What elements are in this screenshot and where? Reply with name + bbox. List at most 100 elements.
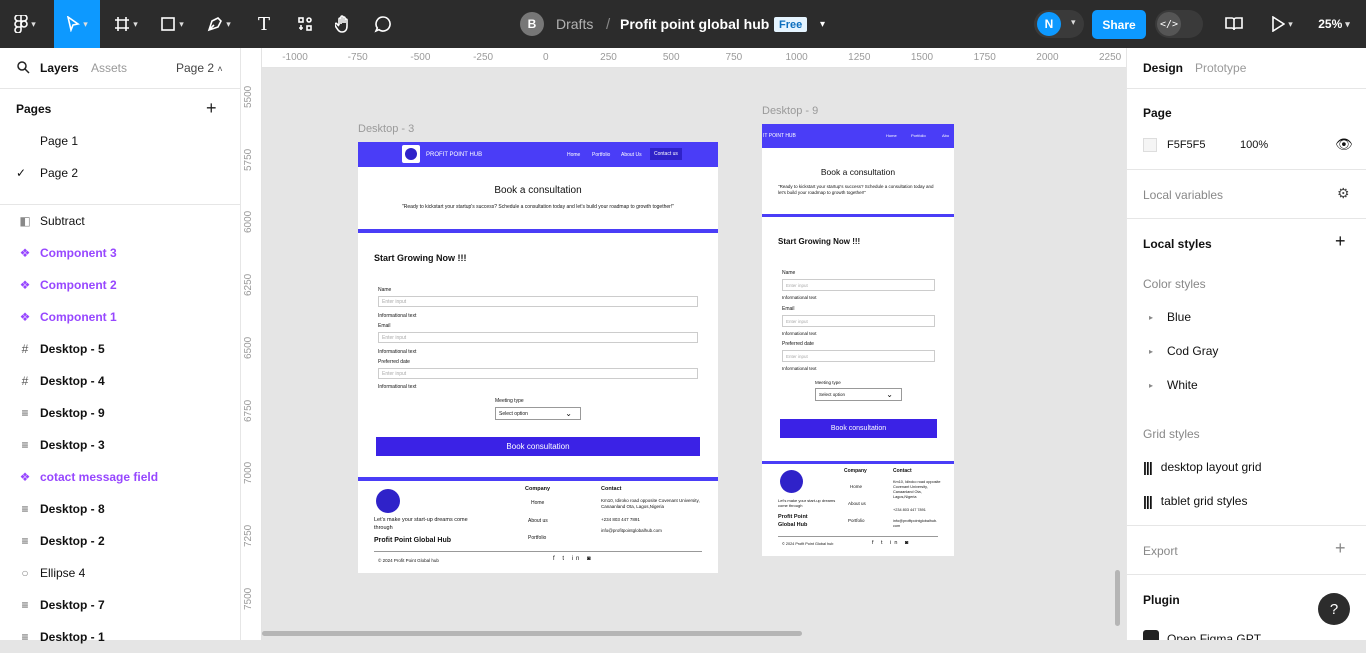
chevron-right-icon: ▸ (1149, 380, 1154, 390)
search-icon[interactable] (17, 61, 30, 74)
page-item-2[interactable]: ✓ Page 2 (0, 157, 240, 189)
navbar: IT POINT HUB Home Portfolio Abo (762, 124, 954, 148)
footer-phone: +234 803 447 7891 (893, 508, 926, 512)
nav-portfolio: Portfolio (592, 152, 611, 158)
add-export-button[interactable]: + (1335, 538, 1346, 559)
comment-icon (374, 16, 391, 33)
layer-item[interactable]: ❖ Component 1 (0, 301, 240, 333)
footer-rule (374, 551, 702, 552)
canvas[interactable]: -1000 -750 -500 -250 0 250 500 750 1000 1250 1500 1… (241, 48, 1126, 640)
layout-icon: ≡ (21, 598, 29, 612)
ruler-tick: -750 (347, 52, 368, 63)
ruler-tick: 2250 (1098, 52, 1122, 63)
text-tool-button[interactable]: T (250, 0, 278, 48)
tab-prototype[interactable]: Prototype (1195, 61, 1246, 75)
zoom-control[interactable]: 25% ▾ (1312, 0, 1356, 48)
layer-item[interactable]: # Desktop - 5 (0, 333, 240, 365)
layer-item[interactable]: ❖ Component 2 (0, 269, 240, 301)
grid-style-tablet[interactable]: ||| tablet grid styles (1143, 493, 1247, 509)
page-section-title: Page (1143, 106, 1172, 120)
color-style-label: White (1167, 378, 1198, 392)
ruler-tick: 7250 (243, 524, 254, 547)
color-style-label: Blue (1167, 310, 1192, 324)
layer-item[interactable]: ❖ Component 3 (0, 237, 240, 269)
frame-tool-button[interactable]: ▾ (106, 0, 146, 48)
plugin-item[interactable]: Open Figma GPT (1143, 630, 1261, 640)
variables-settings-icon[interactable]: ⚙ (1337, 185, 1350, 202)
breadcrumb-drafts[interactable]: Drafts (556, 0, 593, 48)
tab-assets[interactable]: Assets (91, 61, 127, 75)
frame-desktop-9[interactable]: IT POINT HUB Home Portfolio Abo Book a c… (762, 124, 954, 556)
footer-logo-icon (376, 489, 400, 513)
frame-label-desktop-9[interactable]: Desktop - 9 (762, 105, 818, 117)
color-style-blue[interactable]: ▸ Blue (1143, 310, 1191, 324)
page-opacity[interactable]: 100% (1240, 139, 1268, 151)
vertical-scrollbar[interactable] (1115, 570, 1120, 626)
email-info: Informational text (378, 349, 417, 355)
layer-item[interactable]: ❖ cotact message field (0, 461, 240, 493)
move-tool-button[interactable]: ▾ (54, 0, 100, 48)
layer-item[interactable]: ≡ Desktop - 3 (0, 429, 240, 461)
present-button[interactable]: ▾ (1264, 0, 1300, 48)
footer-contact-title: Contact (601, 486, 622, 492)
add-page-button[interactable]: + (206, 98, 217, 119)
frame-icon (115, 17, 130, 31)
hand-tool-button[interactable] (328, 0, 358, 48)
help-button[interactable]: ? (1318, 593, 1350, 625)
main-menu-button[interactable]: ▾ (0, 0, 50, 48)
nav-about: Abo (942, 133, 950, 138)
horizontal-scrollbar[interactable] (262, 631, 802, 636)
library-button[interactable] (1222, 0, 1246, 48)
resources-button[interactable] (290, 0, 320, 48)
frame-desktop-3[interactable]: PROFIT POINT HUB Home Portfolio About Us… (358, 142, 718, 573)
layer-label: Desktop - 4 (40, 374, 105, 388)
color-style-white[interactable]: ▸ White (1143, 378, 1198, 392)
layout-icon: ≡ (21, 502, 29, 516)
page-color-value[interactable]: F5F5F5 (1167, 139, 1206, 151)
grid-style-label: desktop layout grid (1160, 460, 1262, 474)
file-menu-chevron[interactable]: ▾ (820, 0, 825, 48)
user-avatar-group[interactable]: N ▾ (1034, 10, 1084, 38)
page-color-swatch[interactable] (1143, 138, 1157, 152)
tab-design[interactable]: Design (1143, 61, 1183, 75)
page-item-1[interactable]: Page 1 (0, 125, 240, 157)
avatar[interactable]: B (520, 12, 544, 36)
share-button[interactable]: Share (1092, 10, 1146, 39)
consult-heading: Book a consultation (820, 167, 896, 177)
footer-copyright: © 2024 Profit Point Global hub (782, 542, 834, 546)
divider (1127, 574, 1366, 575)
tab-layers[interactable]: Layers (40, 61, 79, 75)
layer-item[interactable]: # Desktop - 4 (0, 365, 240, 397)
dev-mode-toggle[interactable]: </> (1155, 10, 1203, 38)
ruler-tick: 7500 (243, 587, 254, 610)
color-style-cod-gray[interactable]: ▸ Cod Gray (1143, 344, 1218, 358)
layer-item[interactable]: ○ Ellipse 4 (0, 557, 240, 589)
layer-label: Desktop - 1 (40, 630, 105, 644)
shape-tool-button[interactable]: ▾ (152, 0, 192, 48)
layer-item[interactable]: ≡ Desktop - 7 (0, 589, 240, 621)
book-icon (1225, 17, 1243, 31)
pen-tool-button[interactable]: ▾ (198, 0, 240, 48)
grid-style-label: tablet grid styles (1160, 494, 1248, 508)
toolbar: ▾ ▾ ▾ ▾ ▾ T B Drafts / Profit point glob… (0, 0, 1366, 48)
layer-label: Subtract (40, 214, 85, 228)
layer-item[interactable]: ≡ Desktop - 8 (0, 493, 240, 525)
local-variables[interactable]: Local variables (1143, 188, 1223, 202)
layer-item[interactable]: ≡ Desktop - 2 (0, 525, 240, 557)
layer-item[interactable]: ≡ Desktop - 1 (0, 621, 240, 653)
layer-item[interactable]: ≡ Desktop - 9 (0, 397, 240, 429)
ruler-tick: 500 (662, 52, 680, 63)
page-selector[interactable]: Page 2 ˄ (176, 61, 223, 75)
grid-icon: ||| (1143, 493, 1153, 509)
frame-label-desktop-3[interactable]: Desktop - 3 (358, 123, 414, 135)
footer-tagline: Let's make your start-up dreams come thr… (374, 517, 468, 531)
layer-item[interactable]: ◧ Subtract (0, 205, 240, 237)
add-style-button[interactable]: + (1335, 231, 1346, 252)
play-icon (1272, 16, 1286, 32)
file-name[interactable]: Profit point global hub (620, 0, 769, 48)
comment-tool-button[interactable] (368, 0, 398, 48)
grid-style-desktop[interactable]: ||| desktop layout grid (1143, 459, 1262, 475)
chevron-up-icon: ˄ (217, 64, 223, 74)
chevron-down-icon: ▾ (226, 18, 231, 29)
eye-icon[interactable]: 👁 (1335, 136, 1353, 153)
